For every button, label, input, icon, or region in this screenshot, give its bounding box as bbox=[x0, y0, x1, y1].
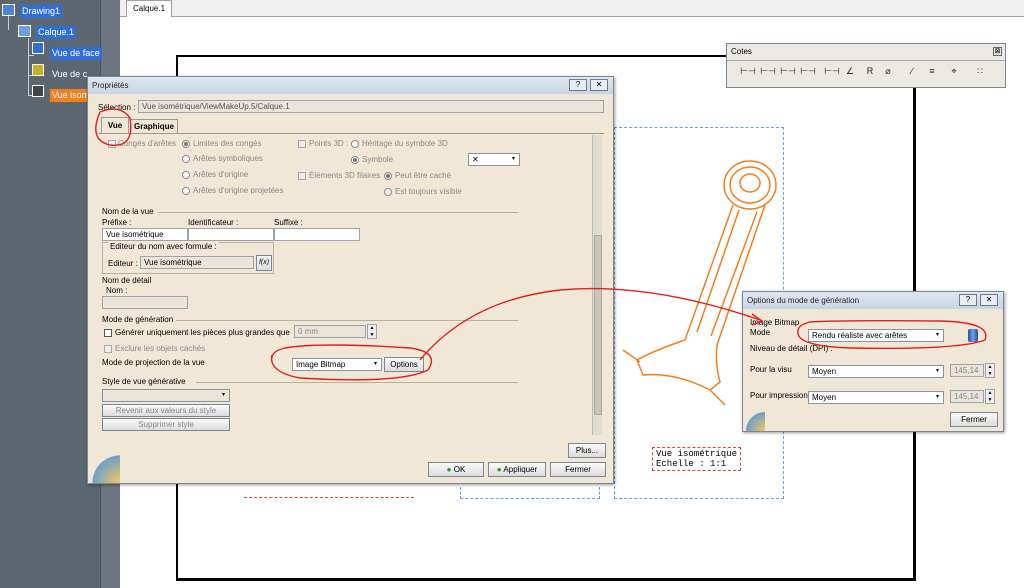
annotation-arrow bbox=[419, 287, 761, 361]
annotation-circle-mode bbox=[270, 344, 433, 381]
annotation-circle-rendu bbox=[797, 319, 987, 350]
annotation-circle-vue-tab bbox=[95, 108, 132, 146]
red-annotations bbox=[95, 108, 987, 381]
